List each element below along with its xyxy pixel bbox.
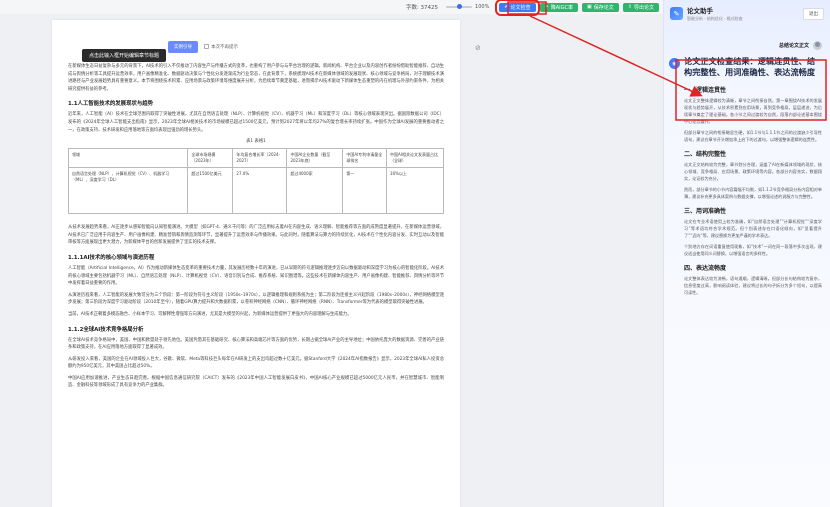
user-avatar: [813, 41, 822, 50]
top-toolbar: 字数: 37425 100% ✔ 论文检查 ✦ 降AIGC率 ▣ 保存论文 ⇪ …: [0, 0, 663, 16]
sparkle-icon: ✦: [544, 4, 549, 10]
reduce-aigc-label: 降AIGC率: [550, 4, 574, 11]
tooltip-text: 点击此输入框开始编辑章节标题: [89, 53, 160, 59]
paragraph[interactable]: 中国AI应用加速推进，产业生态日趋完善。根据中国信息通信研究院（CAICT）发布…: [68, 375, 444, 390]
user-query: 总结论文正文: [778, 43, 809, 49]
user-message: 总结论文正文: [664, 27, 830, 56]
title-tooltip: 点击此输入框开始编辑章节标题: [82, 49, 167, 62]
reduce-aigc-button[interactable]: ✦ 降AIGC率: [539, 2, 579, 12]
paragraph[interactable]: 从演进历程来看，人工智能的发展大致可分为三个阶段：第一阶段为符号主义阶段（195…: [68, 292, 444, 307]
answer-paragraph: 个别地方存在词语重复使用现象，如“技术”一词在同一段落中多次出现，建议适当使用同…: [684, 244, 822, 256]
check-icon: ✔: [504, 4, 509, 10]
answer-section-heading: 三、用词准确性: [684, 208, 727, 215]
paragraph[interactable]: 人工智能（Artificial Intelligence，AI）作为推动新媒体生…: [68, 265, 444, 288]
word-count: 字数: 37425: [405, 5, 439, 11]
answer-paragraph: 但部分章节之间的衔接略显生硬，如1.1节与1.1.1节之间的过渡缺少引导性语句，…: [684, 130, 822, 142]
paragraph[interactable]: 在新媒体生态日益复杂与多元的背景下，AI技术的引入不仅推动了内容生产与传播方式的…: [68, 63, 444, 93]
answer-paragraph: 论文在专业术语使用上较为准确，如“自然语言处理”“计算机视觉”“深度学习”等术语…: [684, 219, 822, 238]
table-header-cell[interactable]: 领域: [67, 148, 189, 169]
answer-paragraph: 论文正文结构较为完整，章节划分合理，涵盖了AI在新媒体领域的现状、核心领域、竞争…: [684, 162, 822, 181]
section-heading[interactable]: 1.1人工智能技术的发展现状与趋势: [68, 99, 444, 107]
assistant-avatar-icon: ◉: [669, 58, 680, 69]
collapse-arrow-icon[interactable]: ⊘: [475, 44, 481, 52]
document-page[interactable]: 点击此输入框开始编辑章节标题 实例引导 本次不再提示 在新媒体生态日益复杂与多元…: [52, 20, 460, 507]
table-cell[interactable]: 自然语言处理（NLP）、计算机视觉（CV）、机器学习（ML）、深度学习（DL）: [67, 167, 189, 215]
table-row: 自然语言处理（NLP）、计算机视觉（CV）、机器学习（ML）、深度学习（DL） …: [67, 167, 444, 215]
export-paper-button[interactable]: ⇪ 导出论文: [622, 2, 659, 12]
exit-button[interactable]: 退出: [803, 7, 824, 20]
section-heading[interactable]: 1.1.2全球AI技术竞争格局分析: [68, 325, 444, 333]
answer-paragraph: 然而，部分章节的小节内容篇幅不均衡，如1.1.2节竞争格局分析内容相对单薄，建议…: [684, 187, 822, 199]
answer-section-heading: 一、逻辑连贯性: [684, 87, 727, 94]
table-cell[interactable]: 超过4000家: [286, 167, 344, 215]
table-caption[interactable]: 表1 表格1: [68, 138, 444, 144]
paragraph[interactable]: 从研发投入来看，美国的企业在AI领域投入巨大，谷歌、微软、Meta等科技巨头每年…: [68, 356, 444, 371]
table-header-cell[interactable]: 年均复合增长率（2024-2027）: [232, 148, 288, 169]
dont-show-checkbox[interactable]: [204, 44, 209, 49]
assistant-answer: ◉ 论文正文检查结果：逻辑连贯性、结构完整性、用词准确性、表达流畅度 一、逻辑连…: [664, 56, 830, 296]
section-heading[interactable]: 1.1.1AI技术的核心领域与演进历程: [68, 253, 444, 261]
paragraph[interactable]: 近年来，人工智能（AI）技术在全球范围内取得了突破性进展，尤其在自然语言处理（N…: [68, 111, 444, 134]
data-table[interactable]: 领域 全球市场规模（2023年） 年均复合增长率（2024-2027） 中国AI…: [67, 148, 444, 215]
export-icon: ⇪: [627, 4, 632, 10]
zoom-percent: 100%: [475, 4, 490, 10]
paragraph[interactable]: 在全球AI技术竞争格局中，美国、中国和欧盟处于领先地位。美国凭借其在基础研究、核…: [68, 337, 444, 352]
check-paper-label: 论文检查: [510, 4, 531, 11]
zoom-control[interactable]: 100%: [446, 4, 489, 10]
save-paper-button[interactable]: ▣ 保存论文: [582, 2, 619, 12]
answer-section-heading: 四、表达流畅度: [684, 265, 727, 272]
table-header-cell[interactable]: 全球市场规模（2023年）: [187, 148, 234, 169]
dont-show-label: 本次不再提示: [211, 44, 238, 50]
answer-paragraph: 论文整体表达较为流畅，语句通顺，逻辑清晰。但部分长句结构较为复杂，信息密度过高，…: [684, 276, 822, 295]
answer-title: 论文正文检查结果：逻辑连贯性、结构完整性、用词准确性、表达流畅度: [684, 56, 816, 77]
assistant-header: ✎ 论文助手 智能分析 · 结构优化 · 格式检查 退出: [664, 0, 830, 27]
assistant-subtitle: 智能分析 · 结构优化 · 格式检查: [687, 16, 743, 21]
table-header-cell[interactable]: 中国AI企业数量（截至2023年底）: [286, 148, 344, 169]
assistant-title: 论文助手: [687, 7, 713, 15]
table-header-cell[interactable]: 中国AI专利申请量全球排名: [342, 148, 388, 169]
guide-button[interactable]: 实例引导: [168, 40, 198, 53]
zoom-slider-knob[interactable]: [456, 4, 462, 9]
paragraph[interactable]: 当前，AI技术正朝着多模态融合、小样本学习、可解释性增强等方向演进，尤其是大模型…: [68, 311, 444, 319]
dont-show-again[interactable]: 本次不再提示: [204, 44, 238, 50]
table-header-row: 领域 全球市场规模（2023年） 年均复合增长率（2024-2027） 中国AI…: [67, 148, 444, 169]
table-header-cell[interactable]: 中国AI相关论文发表量占比（全球）: [386, 148, 444, 169]
check-paper-button[interactable]: ✔ 论文检查: [495, 0, 540, 16]
table-cell[interactable]: 超过1500亿美元: [187, 167, 234, 215]
table-cell[interactable]: 第一: [342, 167, 388, 215]
table-cell[interactable]: 30%以上: [386, 167, 444, 215]
zoom-slider[interactable]: [446, 4, 473, 9]
assistant-panel: ✎ 论文助手 智能分析 · 结构优化 · 格式检查 退出 总结论文正文 ◉ 论文…: [663, 0, 830, 507]
assistant-logo-icon: ✎: [670, 7, 683, 20]
chapter-title-row: 点击此输入框开始编辑章节标题 实例引导 本次不再提示: [68, 40, 444, 62]
save-paper-label: 保存论文: [593, 4, 614, 11]
paragraph[interactable]: 从技术发展趋势来看，AI正逐步从感知智能向认知智能演进。大模型（如GPT-4、通…: [68, 224, 444, 247]
save-icon: ▣: [587, 4, 592, 10]
table-cell[interactable]: 27.0%: [232, 167, 288, 215]
export-paper-label: 导出论文: [633, 4, 654, 11]
answer-section-heading: 二、结构完整性: [684, 151, 727, 158]
answer-paragraph: 论文正文整体逻辑较为清晰，章节之间衔接自然。第一章围绕AI技术的发展现状与趋势展…: [684, 98, 822, 124]
